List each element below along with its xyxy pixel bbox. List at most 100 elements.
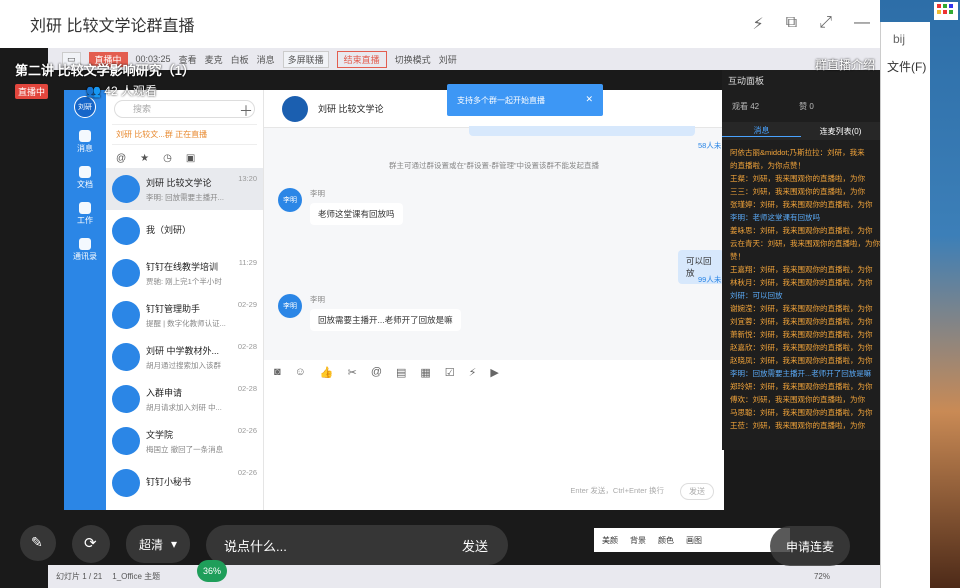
conversation-avatar — [112, 343, 140, 371]
message-input[interactable]: Enter 发送，Ctrl+Enter 换行 发送 — [264, 384, 724, 510]
conversation-list: 搜索 ＋ 刘研 比较文...群 正在直播 @ ★ ◷ ▣ 刘研 比较文学论 李明… — [106, 90, 264, 510]
lightning-icon[interactable]: ⚡ — [469, 366, 477, 379]
zoom-level[interactable]: 72% — [814, 572, 830, 581]
panel-message: 云在青天：刘研，我来围观你的直播啦，为你 — [730, 239, 880, 248]
switch-mode-button[interactable]: 切换模式 — [395, 53, 431, 66]
conversation-avatar — [112, 175, 140, 203]
paint-button[interactable]: 画图 — [686, 535, 702, 546]
conversation-name: 我（刘研） — [146, 225, 192, 235]
multi-screen-button[interactable]: 多屏联播 — [282, 50, 329, 68]
unread-count[interactable]: 99人未 — [698, 274, 721, 285]
whiteboard-button[interactable]: 白板 — [231, 53, 249, 66]
conversation-item[interactable]: 刘研 比较文学论 李明: 回放需要主播开... 13:20 — [106, 168, 263, 210]
cpu-badge: 36% — [197, 560, 227, 582]
panel-message: 林秋月：刘研，我来围观你的直播啦，为你 — [730, 278, 873, 287]
beauty-button[interactable]: 美颜 — [602, 535, 618, 546]
mic-button[interactable]: 麦克 — [205, 53, 223, 66]
comment-input[interactable]: 说点什么... 发送 — [206, 525, 508, 565]
sidebar-item-docs[interactable]: 文档 — [77, 166, 93, 190]
comment-icon: ✎ — [31, 534, 43, 550]
lightning-icon[interactable]: ⚡ — [753, 14, 764, 34]
chat-message: 李明 李明 老师这堂课有回放吗 — [278, 188, 403, 225]
end-live-button[interactable]: 结束直播 — [336, 50, 387, 68]
interaction-panel: 互动面板 观看 42 赞 0 消息 连麦列表(0) 阿依古丽&middot;乃斯… — [722, 70, 880, 450]
contacts-icon — [79, 238, 91, 250]
conversation-item[interactable]: 钉钉小秘书 02-26 — [106, 462, 263, 504]
group-avatar[interactable] — [282, 95, 308, 122]
send-button[interactable]: 发送 — [680, 483, 714, 500]
rotate-button[interactable]: ⟳ — [72, 525, 110, 563]
trash-icon[interactable]: ▣ — [186, 153, 195, 164]
video-icon[interactable]: ▶ — [490, 366, 498, 379]
tab-mic-list[interactable]: 连麦列表(0) — [801, 126, 880, 137]
app-sidebar: 刘研 消息 文档 工作 通讯录 — [64, 90, 106, 510]
sidebar-item-work[interactable]: 工作 — [77, 202, 93, 226]
comment-send-button[interactable]: 发送 — [462, 536, 488, 555]
checkbox-icon[interactable]: ☑ — [445, 366, 455, 379]
conversation-item[interactable]: 文学院 梅国立 撤回了一条消息 02-26 — [106, 420, 263, 462]
panel-message: 赵晓凤：刘研，我来围观你的直播啦，为你 — [730, 356, 873, 365]
conversation-item[interactable]: 刘研 中学教材外... 胡月通过搜索加入该群 02-28 — [106, 336, 263, 378]
panel-message: 赞！ — [730, 252, 745, 261]
conversation-item[interactable]: 我（刘研） — [106, 210, 263, 252]
live-intro-link[interactable]: 群直播介绍 — [815, 56, 875, 73]
at-icon[interactable]: @ — [371, 366, 382, 378]
conversation-time: 11:29 — [238, 258, 257, 267]
background-button[interactable]: 背景 — [630, 535, 646, 546]
filter-tools: @ ★ ◷ ▣ — [106, 149, 263, 168]
folder-icon[interactable]: ▤ — [396, 366, 406, 379]
gif-icon[interactable]: ◙ — [274, 366, 281, 378]
message-button[interactable]: 消息 — [257, 53, 275, 66]
sidebar-item-messages[interactable]: 消息 — [77, 130, 93, 154]
chat-title: 刘研 比较文学论 — [318, 104, 384, 114]
search-input[interactable]: 搜索 — [114, 100, 255, 118]
color-button[interactable]: 颜色 — [658, 535, 674, 546]
unread-count[interactable]: 58人未 — [698, 140, 721, 151]
conversation-time: 02-26 — [237, 426, 257, 435]
sender-avatar[interactable]: 李明 — [278, 188, 302, 212]
panel-message: 的直播啦，为你点赞！ — [730, 161, 805, 170]
comment-toggle-button[interactable]: ✎ — [20, 525, 56, 561]
conversation-item[interactable]: 钉钉在线教学培训 贾驰: 刚上完1个半小时 11:29 — [106, 252, 263, 294]
apply-mic-button[interactable]: 申请连麦 — [770, 526, 850, 566]
conversation-time: 02-29 — [237, 300, 257, 309]
plus-icon[interactable]: ＋ — [239, 101, 253, 121]
conversation-time: 02-28 — [237, 384, 257, 393]
clock-icon[interactable]: ◷ — [163, 153, 172, 164]
comment-placeholder: 说点什么... — [224, 538, 287, 554]
message-bubble[interactable]: 回放需要主播开...老师开了回放是嘛 — [310, 309, 461, 331]
sender-avatar[interactable]: 李明 — [278, 294, 302, 318]
apps-grid-icon[interactable] — [934, 2, 958, 20]
live-banner[interactable]: 刘研 比较文...群 正在直播 — [112, 124, 257, 145]
scissors-icon[interactable]: ✂ — [348, 366, 357, 379]
conversation-item[interactable]: 钉钉管理助手 提醒 | 数字化教师认证... 02-29 — [106, 294, 263, 336]
like-icon[interactable]: 👍 — [320, 366, 334, 379]
panel-message: 三三：刘研，我来围观你的直播啦，为你 — [730, 187, 865, 196]
sidebar-item-contacts[interactable]: 通讯录 — [73, 238, 97, 262]
at-icon[interactable]: @ — [116, 153, 126, 164]
title-bar: 刘研 比较文学论群直播 ⚡ ⧉ ⤢ — — [0, 0, 880, 48]
panel-message: 刘研：可以回放 — [730, 291, 783, 300]
quality-label: 超清 — [138, 537, 163, 552]
quality-select[interactable]: 超清 ▾ — [126, 525, 190, 563]
minimize-icon[interactable]: — — [854, 14, 870, 34]
people-icon: 👥 — [86, 84, 101, 98]
document-icon — [79, 166, 91, 178]
effects-bar: 美颜 背景 颜色 画图 — [594, 528, 790, 552]
sidebar-item-label: 工作 — [77, 216, 93, 225]
bg-window-tab: bij — [893, 32, 906, 46]
background-window[interactable]: bij 文件(F) — [880, 22, 930, 588]
tab-messages[interactable]: 消息 — [722, 125, 801, 137]
avatar[interactable]: 刘研 — [74, 96, 96, 118]
emoji-icon[interactable]: ☺ — [295, 366, 306, 378]
calendar-icon[interactable]: ▦ — [420, 366, 430, 379]
panel-title: 互动面板 — [728, 76, 765, 86]
message-bubble[interactable]: 老师这堂课有回放吗 — [310, 203, 403, 225]
star-icon[interactable]: ★ — [140, 153, 149, 164]
share-icon[interactable]: ⧉ — [786, 14, 797, 34]
fullscreen-icon[interactable]: ⤢ — [819, 14, 832, 34]
conversation-item[interactable]: 入群申请 胡月请求加入刘研 中... 02-28 — [106, 378, 263, 420]
bg-window-menu-file[interactable]: 文件(F) — [887, 58, 926, 75]
close-icon[interactable]: ✕ — [585, 94, 593, 105]
chat-notice: 群主可通过群设置或在“群设置-群管理”中设置该群不能发起直播 — [389, 161, 599, 170]
